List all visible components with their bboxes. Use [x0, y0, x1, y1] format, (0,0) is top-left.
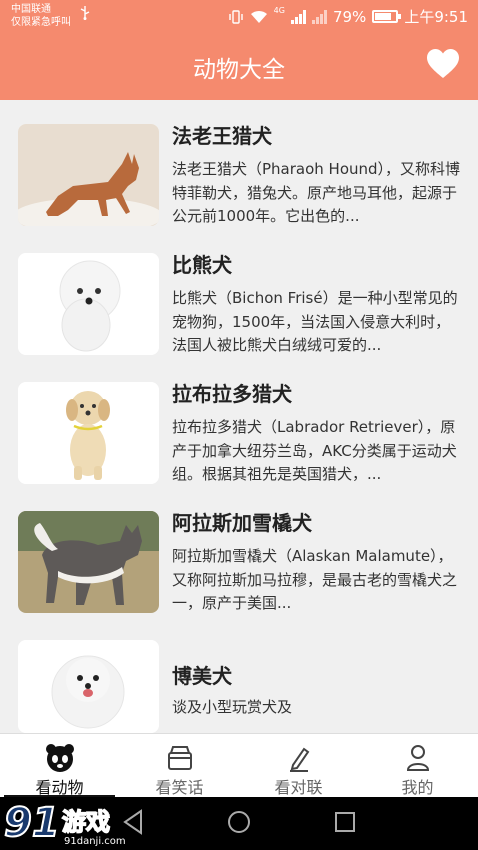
animal-description: 阿拉斯加雪橇犬（Alaskan Malamute），又称阿拉斯加马拉穆，是最古老…	[172, 547, 458, 612]
carrier-name: 中国联通	[11, 4, 51, 15]
animal-thumbnail	[18, 124, 159, 226]
pen-icon	[284, 743, 314, 773]
animal-thumbnail	[18, 511, 159, 613]
animal-thumbnail	[18, 382, 159, 484]
animal-description: 谈及小型玩赏犬及	[172, 698, 293, 716]
animal-title: 拉布拉多猎犬	[172, 382, 292, 406]
usb-icon	[80, 6, 90, 23]
clock: 上午9:51	[404, 8, 468, 26]
person-icon	[403, 743, 433, 773]
animal-list[interactable]: 法老王猎犬 法老王猎犬（Pharaoh Hound），又称科博特菲勒犬，猎兔犬。…	[0, 100, 478, 733]
list-item[interactable]: 拉布拉多猎犬 拉布拉多猎犬（Labrador Retriever），原产于加拿大…	[0, 358, 478, 487]
watermark-url: 91danji.com	[64, 836, 126, 847]
tab-label: 看笑话	[155, 778, 204, 797]
emergency-only: 仅限紧急呼叫	[11, 17, 71, 28]
app-bar: 动物大全	[0, 32, 478, 100]
home-icon[interactable]	[227, 809, 251, 839]
network-type: 4G	[273, 6, 285, 15]
list-item[interactable]: 法老王猎犬 法老王猎犬（Pharaoh Hound），又称科博特菲勒犬，猎兔犬。…	[0, 100, 478, 229]
carrier-info: 中国联通 仅限紧急呼叫	[11, 3, 71, 29]
vibrate-icon	[228, 9, 243, 24]
animal-title: 阿拉斯加雪橇犬	[172, 511, 312, 535]
watermark-brand: 91	[4, 800, 60, 846]
battery-icon	[372, 10, 402, 23]
tab-mine[interactable]: 我的	[358, 734, 477, 798]
animal-description: 法老王猎犬（Pharaoh Hound），又称科博特菲勒犬，猎兔犬。原产地马耳他…	[172, 160, 461, 225]
status-right: 4G 79% 上午9:51	[228, 6, 468, 27]
tab-label: 看对联	[274, 778, 323, 797]
list-item[interactable]: 博美犬 谈及小型玩赏犬及	[0, 616, 478, 733]
status-bar: 中国联通 仅限紧急呼叫 4G 79% 上午9:51	[0, 0, 478, 32]
signal-icon	[290, 9, 306, 24]
animal-description: 拉布拉多猎犬（Labrador Retriever），原产于加拿大纽芬兰岛，AK…	[172, 418, 457, 483]
wifi-icon	[250, 10, 267, 23]
page-title: 动物大全	[193, 57, 285, 83]
basket-icon	[165, 743, 195, 773]
animal-title: 比熊犬	[172, 253, 232, 277]
signal-icon-2	[311, 9, 327, 24]
animal-description: 比熊犬（Bichon Frisé）是一种小型常见的宠物狗，1500年，当法国入侵…	[172, 289, 458, 354]
tab-couplets[interactable]: 看对联	[239, 734, 358, 798]
panda-icon	[45, 743, 75, 773]
bottom-navigation: 看动物 看笑话 看对联 我的	[0, 733, 478, 798]
animal-thumbnail	[18, 640, 159, 733]
watermark-logo: 91 游戏 91danji.com	[3, 799, 144, 850]
list-item[interactable]: 阿拉斯加雪橇犬 阿拉斯加雪橇犬（Alaskan Malamute），又称阿拉斯加…	[0, 487, 478, 616]
recents-icon[interactable]	[334, 809, 356, 839]
watermark-text: 游戏	[62, 808, 110, 836]
favorites-heart-icon[interactable]	[426, 48, 460, 80]
animal-title: 博美犬	[172, 664, 232, 688]
animal-title: 法老王猎犬	[172, 124, 272, 148]
tab-label: 我的	[401, 778, 434, 797]
tab-jokes[interactable]: 看笑话	[120, 734, 239, 798]
tab-animals[interactable]: 看动物	[0, 734, 119, 798]
list-item[interactable]: 比熊犬 比熊犬（Bichon Frisé）是一种小型常见的宠物狗，1500年，当…	[0, 229, 478, 358]
animal-thumbnail	[18, 253, 159, 355]
battery-percent: 79%	[332, 7, 367, 26]
